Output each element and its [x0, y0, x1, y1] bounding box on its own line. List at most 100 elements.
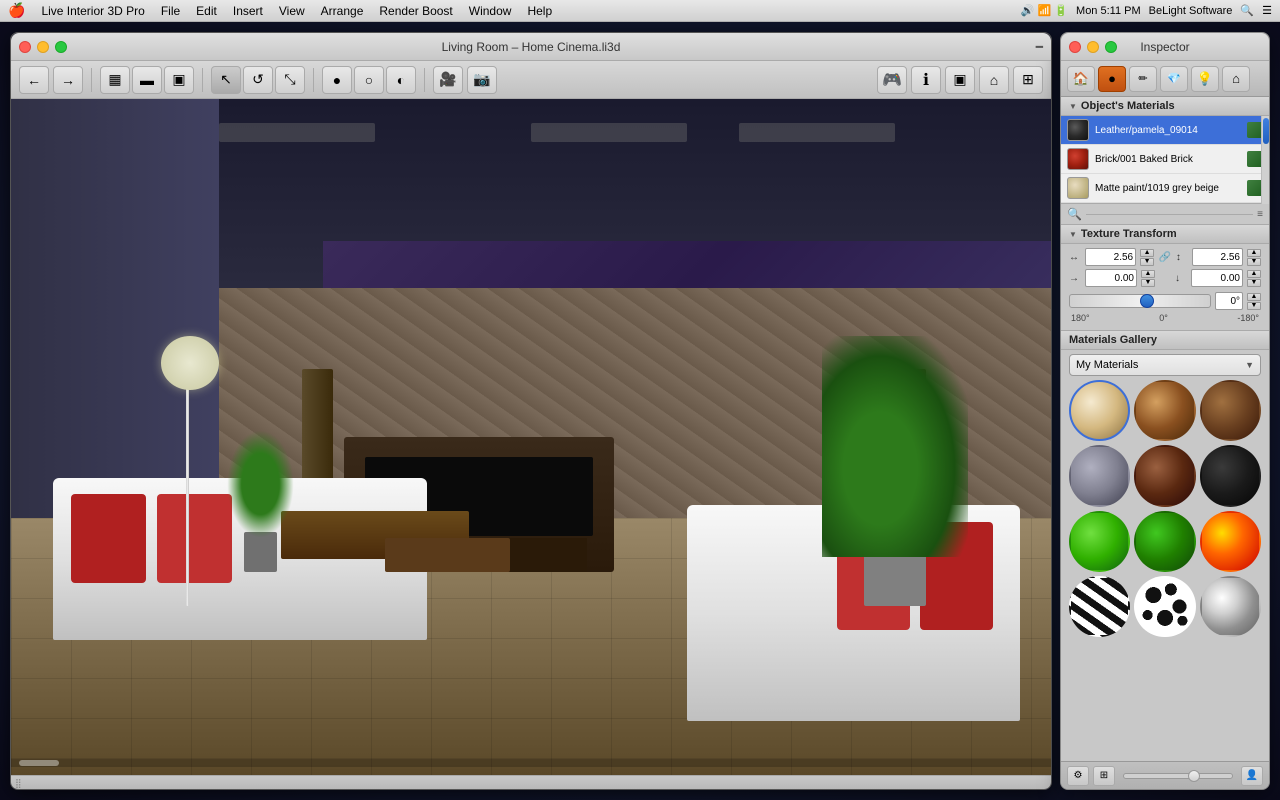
menu-insert[interactable]: Insert [233, 4, 263, 18]
camera-button[interactable]: 🎥 [433, 66, 463, 94]
forward-button[interactable]: → [53, 66, 83, 94]
width-down[interactable]: ▼ [1140, 258, 1154, 266]
menubar-search[interactable]: 🔍 [1240, 4, 1254, 17]
tab-home[interactable]: 🏠 [1067, 66, 1095, 92]
offset-y-down[interactable]: ▼ [1247, 279, 1261, 287]
eyedropper-icon[interactable]: 🔍 [1067, 207, 1082, 221]
elevation-button[interactable]: ▬ [132, 66, 162, 94]
info-button[interactable]: ℹ [911, 66, 941, 94]
2d-view-button[interactable]: ▣ [945, 66, 975, 94]
lamp-head [161, 336, 219, 390]
circle-button[interactable]: ○ [354, 66, 384, 94]
gallery-item-silver[interactable] [1200, 576, 1261, 637]
gallery-item-stone[interactable] [1069, 445, 1130, 506]
link-icon[interactable]: 🔗 [1158, 250, 1172, 264]
person-button[interactable]: 👤 [1241, 766, 1263, 786]
tab-material[interactable]: ✏ [1129, 66, 1157, 92]
offset-x-up[interactable]: ▲ [1141, 270, 1155, 278]
filter-options[interactable]: ≡ [1257, 209, 1263, 220]
gallery-item-green2[interactable] [1134, 511, 1195, 572]
tab-room[interactable]: ⌂ [1222, 66, 1250, 92]
gallery-item-spots[interactable] [1134, 576, 1195, 637]
fullscreen-button[interactable]: ⊞ [1013, 66, 1043, 94]
width-up[interactable]: ▲ [1140, 249, 1154, 257]
material-scrollbar-thumb[interactable] [1263, 118, 1269, 144]
floor-lamp [177, 336, 198, 606]
inspector-maximize[interactable] [1105, 41, 1117, 53]
height-input[interactable]: 2.56 [1192, 248, 1243, 266]
resize-handle[interactable]: ⣿ [15, 778, 25, 788]
back-button[interactable]: ← [19, 66, 49, 94]
offset-y-stepper[interactable]: ▲ ▼ [1247, 270, 1261, 287]
inspector-minimize[interactable] [1087, 41, 1099, 53]
gallery-item-zebra[interactable] [1069, 576, 1130, 637]
offset-x-stepper[interactable]: ▲ ▼ [1141, 270, 1155, 287]
material-name-paint: Matte paint/1019 grey beige [1095, 183, 1241, 194]
gallery-item-fire[interactable] [1200, 511, 1261, 572]
gallery-item-dark[interactable] [1200, 445, 1261, 506]
angle-input[interactable]: 0° [1215, 292, 1243, 310]
offset-x-input[interactable]: 0.00 [1085, 269, 1137, 287]
menu-app[interactable]: Live Interior 3D Pro [41, 4, 144, 18]
zoom-slider-thumb[interactable] [1188, 770, 1200, 782]
angle-up[interactable]: ▲ [1247, 293, 1261, 301]
offset-x-down[interactable]: ▼ [1141, 279, 1155, 287]
viewport-scrollbar[interactable] [11, 759, 1051, 767]
menu-render-boost[interactable]: Render Boost [379, 4, 452, 18]
fill-button[interactable]: ◐ [386, 66, 416, 94]
angle-down[interactable]: ▼ [1247, 302, 1261, 310]
gallery-item-brown[interactable] [1134, 445, 1195, 506]
height-stepper[interactable]: ▲ ▼ [1247, 249, 1261, 266]
settings-button[interactable]: ⚙ [1067, 766, 1089, 786]
angle-slider[interactable] [1069, 294, 1211, 308]
scale-tool[interactable]: ⤡ [275, 66, 305, 94]
maximize-button[interactable] [55, 41, 67, 53]
material-item-paint[interactable]: Matte paint/1019 grey beige [1061, 174, 1269, 203]
menu-help[interactable]: Help [527, 4, 552, 18]
menu-edit[interactable]: Edit [196, 4, 217, 18]
tab-object[interactable]: ● [1098, 66, 1126, 92]
minimize-button[interactable] [37, 41, 49, 53]
render-button[interactable]: 🎮 [877, 66, 907, 94]
material-list-scrollbar[interactable] [1261, 116, 1269, 204]
tab-light[interactable]: 💡 [1191, 66, 1219, 92]
zoom-slider[interactable] [1123, 773, 1233, 779]
export-button[interactable]: ⊞ [1093, 766, 1115, 786]
rotate-tool[interactable]: ↺ [243, 66, 273, 94]
tab-texture[interactable]: 💎 [1160, 66, 1188, 92]
width-label: ↔ [1069, 252, 1081, 263]
scrollbar-thumb[interactable] [19, 760, 59, 766]
apple-menu[interactable]: 🍎 [8, 2, 25, 19]
select-tool[interactable]: ↖ [211, 66, 241, 94]
material-item-leather[interactable]: Leather/pamela_09014 [1061, 116, 1269, 145]
menu-view[interactable]: View [279, 4, 305, 18]
close-button[interactable] [19, 41, 31, 53]
gallery-dropdown[interactable]: My Materials ▼ [1069, 354, 1261, 376]
menu-window[interactable]: Window [469, 4, 512, 18]
material-item-brick[interactable]: Brick/001 Baked Brick [1061, 145, 1269, 174]
angle-stepper[interactable]: ▲ ▼ [1247, 293, 1261, 310]
point-button[interactable]: ● [322, 66, 352, 94]
3d-viewport[interactable] [11, 99, 1051, 775]
screenshot-button[interactable]: 📷 [467, 66, 497, 94]
menubar-menu[interactable]: ☰ [1262, 4, 1272, 17]
angle-thumb[interactable] [1140, 294, 1154, 308]
menu-file[interactable]: File [161, 4, 180, 18]
width-input[interactable]: 2.56 [1085, 248, 1136, 266]
offset-y-up[interactable]: ▲ [1247, 270, 1261, 278]
inspector-close[interactable] [1069, 41, 1081, 53]
3d-view-button[interactable]: ⌂ [979, 66, 1009, 94]
3d-button[interactable]: ▣ [164, 66, 194, 94]
gallery-item-wood2[interactable] [1200, 380, 1261, 441]
plant-leaves [822, 336, 968, 558]
gallery-item-wood1[interactable] [1134, 380, 1195, 441]
lamp-pole [186, 376, 189, 606]
gallery-item-green1[interactable] [1069, 511, 1130, 572]
menu-arrange[interactable]: Arrange [321, 4, 364, 18]
floorplan-button[interactable]: ▦ [100, 66, 130, 94]
height-down[interactable]: ▼ [1247, 258, 1261, 266]
offset-y-input[interactable]: 0.00 [1191, 269, 1243, 287]
width-stepper[interactable]: ▲ ▼ [1140, 249, 1154, 266]
gallery-item-beige[interactable] [1069, 380, 1130, 441]
height-up[interactable]: ▲ [1247, 249, 1261, 257]
